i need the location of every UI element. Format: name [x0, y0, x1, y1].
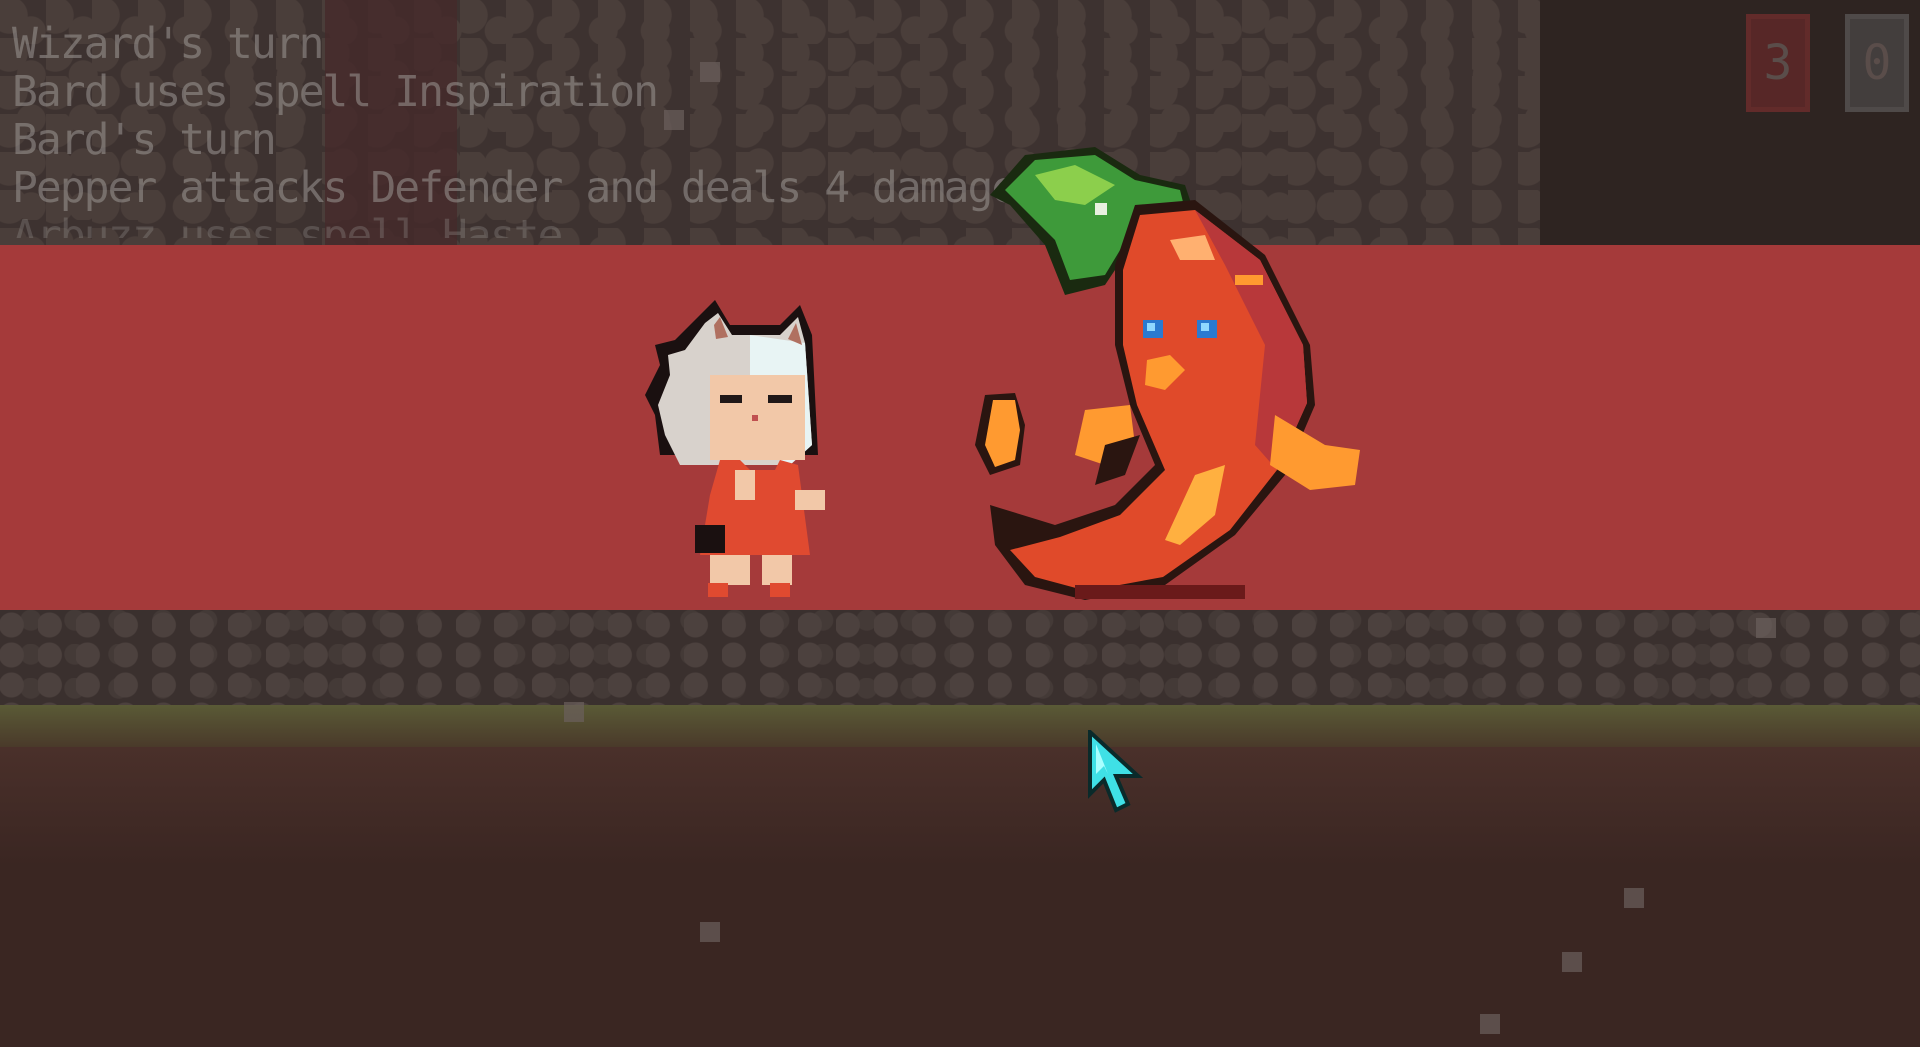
dust-particle: [1756, 618, 1776, 638]
arrow-cursor-icon: [1088, 730, 1144, 813]
gray-counter[interactable]: 0: [1845, 14, 1909, 112]
log-line: Pepper attacks Defender and deals 4 dama…: [12, 163, 1017, 213]
dust-particle: [1624, 888, 1644, 908]
red-counter[interactable]: 3: [1746, 14, 1810, 112]
active-battle-band: [0, 245, 1920, 610]
log-line: Arbuzz uses spell Haste: [12, 212, 563, 238]
dust-particle: [700, 922, 720, 942]
combat-log: Wizard's turn Bard uses spell Inspiratio…: [12, 19, 1017, 238]
cat-girl-character[interactable]: [640, 295, 890, 610]
log-line: Bard uses spell Inspiration: [12, 67, 659, 117]
dust-particle: [1480, 1014, 1500, 1034]
red-counter-value: 3: [1763, 35, 1793, 91]
pepper-monster[interactable]: [965, 145, 1400, 605]
dust-particle: [1562, 952, 1582, 972]
rock-floor: [0, 610, 1920, 715]
log-line: Wizard's turn: [12, 19, 325, 69]
log-line: Bard's turn: [12, 115, 277, 165]
gray-counter-value: 0: [1862, 35, 1892, 91]
grass-strip: [0, 705, 1920, 747]
dust-particle: [564, 702, 584, 722]
